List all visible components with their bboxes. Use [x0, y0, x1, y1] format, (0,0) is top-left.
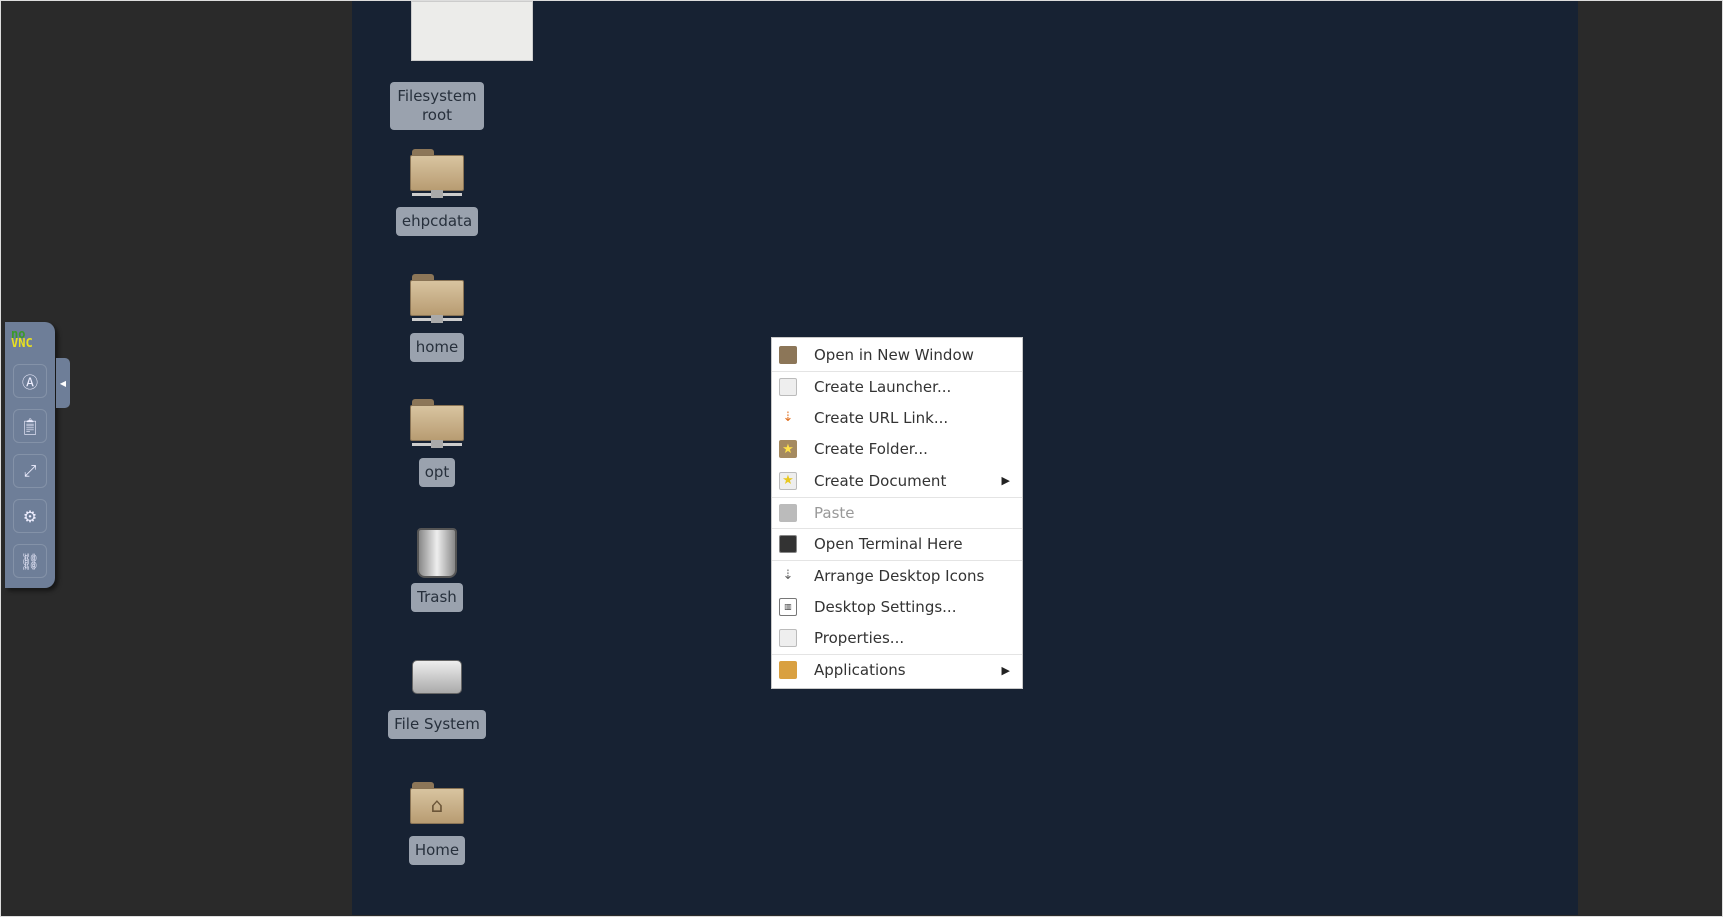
submenu-arrow-icon: ▶: [1001, 474, 1010, 488]
menu-label: Create Document: [814, 471, 947, 490]
menu-item-applications[interactable]: Applications ▶: [772, 654, 1022, 686]
collapse-arrow-icon: ◀: [59, 378, 67, 388]
fullscreen-button[interactable]: ⤢: [13, 454, 47, 488]
icon-label: Home: [408, 836, 466, 865]
network-folder-icon: [410, 147, 464, 199]
menu-label: Properties...: [814, 629, 905, 648]
menu-label: Desktop Settings...: [814, 597, 957, 616]
icon-label: File System: [388, 710, 486, 739]
new-document-icon: ★: [779, 471, 797, 490]
clipboard-icon: 📋︎: [19, 416, 41, 436]
desktop-icon-home[interactable]: ⌂ Home: [352, 780, 522, 865]
keyboard-icon: Ⓐ: [21, 373, 38, 392]
submenu-arrow-icon: ▶: [1001, 663, 1010, 677]
menu-label: Create URL Link...: [814, 408, 949, 427]
hard-drive-icon: [412, 660, 462, 694]
novnc-control-bar: no VNC Ⓐ 📋︎ ⤢ ⚙ ⛓: [5, 322, 55, 588]
menu-item-properties[interactable]: Properties...: [772, 623, 1022, 655]
terminal-icon: [779, 535, 797, 554]
menu-label: Applications: [814, 661, 906, 680]
arrange-icon: ⇣: [782, 568, 794, 584]
menu-item-open-new-window[interactable]: Open in New Window: [772, 339, 1022, 371]
menu-label: Paste: [814, 503, 855, 522]
folder-window-icon: [779, 345, 797, 364]
icon-label: Trash: [411, 583, 463, 612]
control-bar-handle[interactable]: ◀: [56, 358, 70, 408]
menu-item-paste[interactable]: Paste: [772, 496, 1022, 529]
home-folder-icon: ⌂: [410, 780, 464, 832]
applications-icon: [779, 661, 797, 680]
document-icon: [779, 377, 797, 396]
novnc-logo: no VNC: [11, 327, 33, 350]
menu-label: Open in New Window: [814, 345, 974, 364]
icon-label: Filesystem root: [390, 82, 484, 130]
link-icon: ⇣: [782, 410, 794, 426]
menu-label: Arrange Desktop Icons: [814, 566, 985, 585]
menu-item-create-url-link[interactable]: ⇣ Create URL Link...: [772, 402, 1022, 434]
network-folder-icon: [410, 397, 464, 449]
menu-item-arrange-icons[interactable]: ⇣ Arrange Desktop Icons: [772, 559, 1022, 592]
menu-item-create-folder[interactable]: ★ Create Folder...: [772, 434, 1022, 466]
extra-keys-button[interactable]: Ⓐ: [13, 364, 47, 398]
network-folder-icon: [410, 272, 464, 324]
menu-item-desktop-settings[interactable]: ▥ Desktop Settings...: [772, 591, 1022, 623]
icon-label: home: [409, 333, 465, 362]
settings-button[interactable]: ⚙: [13, 499, 47, 533]
icon-label: opt: [418, 458, 456, 487]
icon-label: ehpcdata: [395, 207, 479, 236]
settings-icon: ▥: [779, 597, 797, 616]
menu-item-open-terminal[interactable]: Open Terminal Here: [772, 528, 1022, 560]
disconnect-button[interactable]: ⛓: [13, 544, 47, 578]
new-folder-icon: ★: [779, 440, 797, 459]
desktop-icon-home-share[interactable]: home: [352, 272, 522, 362]
menu-item-create-document[interactable]: ★ Create Document ▶: [772, 465, 1022, 497]
desktop-icon-opt[interactable]: opt: [352, 397, 522, 487]
desktop-icon-ehpcdata[interactable]: ehpcdata: [352, 147, 522, 242]
paste-icon: [779, 503, 797, 522]
menu-item-create-launcher[interactable]: Create Launcher...: [772, 370, 1022, 403]
trash-icon: [417, 528, 457, 578]
desktop-icon-file-system[interactable]: File System: [352, 660, 522, 739]
disconnect-icon: ⛓: [19, 551, 41, 571]
gear-icon: ⚙: [22, 506, 38, 526]
desktop-context-menu: Open in New Window Create Launcher... ⇣ C…: [771, 337, 1023, 689]
desktop-icon-trash[interactable]: Trash: [352, 528, 522, 612]
menu-label: Create Folder...: [814, 440, 928, 459]
drive-preview: [411, 1, 533, 61]
clipboard-button[interactable]: 📋︎: [13, 409, 47, 443]
menu-label: Open Terminal Here: [814, 535, 963, 554]
properties-icon: [779, 629, 797, 648]
menu-label: Create Launcher...: [814, 377, 952, 396]
desktop-icon-filesystem-root[interactable]: Filesystem root: [352, 82, 522, 130]
fullscreen-icon: ⤢: [23, 461, 37, 480]
